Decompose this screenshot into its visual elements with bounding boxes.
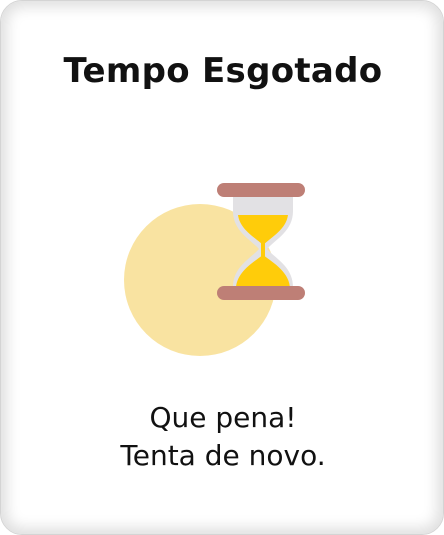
message-line-2: Tenta de novo.: [120, 439, 326, 472]
hourglass-top-cap: [217, 183, 305, 197]
dialog-title: Tempo Esgotado: [63, 51, 383, 91]
time-up-dialog: Tempo Esgotado Que pena! Tenta de novo.: [0, 0, 444, 535]
dialog-message: Que pena! Tenta de novo.: [1, 399, 443, 475]
message-line-1: Que pena!: [149, 401, 297, 434]
hourglass-bottom-cap: [217, 286, 305, 300]
hourglass-icon: [124, 183, 305, 356]
